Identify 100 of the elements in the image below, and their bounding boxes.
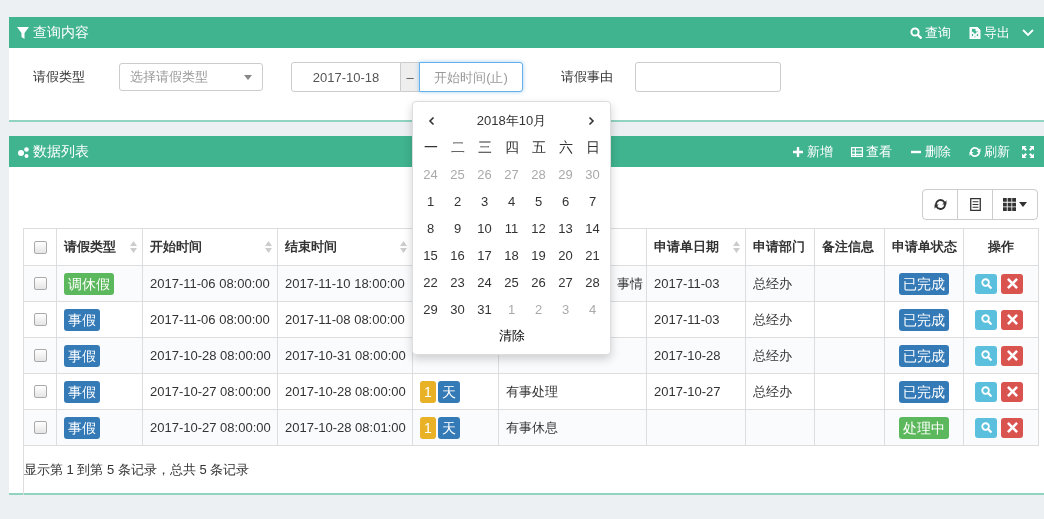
calendar-day[interactable]: 16 xyxy=(444,242,471,269)
view-button[interactable] xyxy=(975,309,997,330)
view-button[interactable] xyxy=(975,417,997,438)
search-icon xyxy=(980,350,992,361)
calendar-day[interactable]: 10 xyxy=(471,215,498,242)
calendar-day[interactable]: 23 xyxy=(444,269,471,296)
view-button[interactable] xyxy=(975,345,997,366)
calendar-day[interactable]: 24 xyxy=(471,269,498,296)
table-cell: 2017-11-10 18:00:00 xyxy=(277,265,413,302)
fullscreen-icon xyxy=(1022,145,1034,158)
delete-button[interactable] xyxy=(1001,273,1023,294)
list-icon xyxy=(968,198,982,211)
table-cell: 总经办 xyxy=(745,373,815,410)
field-label: 请假事由 xyxy=(561,68,614,86)
view-button[interactable] xyxy=(975,381,997,402)
columns-button[interactable] xyxy=(992,189,1038,220)
delete-button[interactable] xyxy=(1001,309,1023,330)
previous-month-icon[interactable] xyxy=(427,116,437,126)
next-month-icon[interactable] xyxy=(586,116,596,126)
search-icon xyxy=(980,386,992,397)
filter-icon xyxy=(17,26,29,39)
calendar-day[interactable]: 29 xyxy=(417,296,444,323)
type-tag: 调休假 xyxy=(64,272,114,295)
delete-button[interactable] xyxy=(1001,381,1023,402)
row-checkbox[interactable] xyxy=(33,313,47,326)
calendar-day[interactable]: 7 xyxy=(579,188,606,215)
count-badge: 1 xyxy=(420,416,436,439)
grid-icon xyxy=(1003,198,1016,211)
toggle-view-button[interactable] xyxy=(957,189,993,220)
calendar-day[interactable]: 4 xyxy=(498,188,525,215)
view-button[interactable] xyxy=(975,273,997,294)
delete-button[interactable] xyxy=(1001,345,1023,366)
row-checkbox[interactable] xyxy=(33,421,47,434)
close-icon xyxy=(1006,278,1018,289)
unit-badge: 天 xyxy=(437,416,460,439)
refresh-icon xyxy=(933,198,947,211)
status-tag: 已完成 xyxy=(899,308,949,331)
calendar-day[interactable]: 31 xyxy=(471,296,498,323)
sort-icon xyxy=(265,241,272,253)
gears-icon xyxy=(17,145,29,158)
end-date-field[interactable]: 开始时间(止) xyxy=(419,62,523,92)
status-tag: 已完成 xyxy=(899,344,949,367)
table-cell: 2017-10-27 08:00:00 xyxy=(142,373,278,410)
weekday-label: 三 xyxy=(476,137,493,157)
clear-button[interactable]: 清除 xyxy=(492,325,531,347)
table-cell: 2017-10-28 08:01:00 xyxy=(277,409,413,446)
chevron-down-icon xyxy=(1022,26,1034,39)
search-icon xyxy=(910,26,922,39)
weekday-label: 四 xyxy=(503,137,520,157)
caret-icon xyxy=(1019,202,1027,207)
row-checkbox[interactable] xyxy=(33,277,47,290)
panel-title: 查询内容 xyxy=(33,23,89,42)
refresh-button[interactable] xyxy=(922,189,958,220)
reason-field[interactable] xyxy=(635,62,781,92)
calendar-day[interactable]: 12 xyxy=(525,215,552,242)
row-checkbox[interactable] xyxy=(33,385,47,398)
column-header: 备注信息 xyxy=(814,228,885,266)
table-cell: 总经办 xyxy=(745,265,815,302)
calendar-day[interactable]: 1 xyxy=(417,188,444,215)
calendar-day[interactable]: 15 xyxy=(417,242,444,269)
column-header[interactable]: 申请单日期 xyxy=(646,228,746,266)
table-cell: 2017-11-06 08:00:00 xyxy=(142,301,278,338)
calendar-day[interactable]: 17 xyxy=(471,242,498,269)
status-tag: 已完成 xyxy=(899,272,949,295)
table-cell: 2017-10-28 08:00:00 xyxy=(142,337,278,374)
calendar-day[interactable]: 30 xyxy=(444,296,471,323)
calendar-day[interactable]: 9 xyxy=(444,215,471,242)
table-cell: 总经办 xyxy=(745,301,815,338)
type-tag: 事假 xyxy=(64,344,100,367)
select-all-checkbox[interactable] xyxy=(33,240,47,254)
plus-icon xyxy=(792,145,804,158)
close-icon xyxy=(1006,350,1018,361)
calendar-day[interactable]: 11 xyxy=(498,215,525,242)
search-icon xyxy=(980,278,992,289)
table-cell: 2017-10-28 xyxy=(646,337,746,374)
calendar-day[interactable]: 14 xyxy=(579,215,606,242)
calendar-day[interactable]: 26 xyxy=(525,269,552,296)
calendar-day[interactable]: 6 xyxy=(552,188,579,215)
table-cell: 总经办 xyxy=(745,337,815,374)
table-cell: 有事处理 xyxy=(498,373,647,410)
calendar-day[interactable]: 2 xyxy=(444,188,471,215)
delete-button[interactable] xyxy=(1001,417,1023,438)
calendar-day[interactable]: 25 xyxy=(498,269,525,296)
column-header: 操作 xyxy=(963,228,1039,266)
grid-icon xyxy=(851,145,863,158)
calendar-day[interactable]: 3 xyxy=(471,188,498,215)
calendar-day[interactable]: 27 xyxy=(552,269,579,296)
start-date-field[interactable]: 2017-10-18 xyxy=(291,62,401,92)
caret-icon xyxy=(244,74,252,80)
calendar-day[interactable]: 22 xyxy=(417,269,444,296)
month-title[interactable]: 2018年10月 xyxy=(476,112,547,130)
calendar-day[interactable]: 8 xyxy=(417,215,444,242)
column-header[interactable]: 开始时间 xyxy=(142,228,278,266)
weekday-label: 二 xyxy=(449,137,466,157)
calendar-day[interactable]: 13 xyxy=(552,215,579,242)
column-header[interactable]: 请假类型 xyxy=(56,228,143,266)
calendar-day[interactable]: 28 xyxy=(579,269,606,296)
row-checkbox[interactable] xyxy=(33,349,47,362)
search-icon xyxy=(980,422,992,433)
calendar-day[interactable]: 5 xyxy=(525,188,552,215)
